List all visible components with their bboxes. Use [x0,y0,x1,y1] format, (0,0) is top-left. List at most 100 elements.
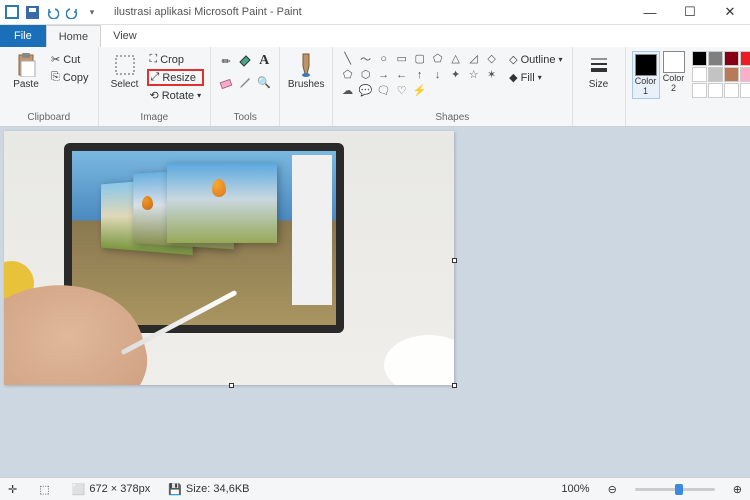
shape-rtriangle[interactable]: ◿ [465,51,482,66]
shape-heart[interactable]: ♡ [393,83,410,98]
palette-color-23[interactable] [740,83,750,98]
select-icon [113,53,137,77]
ribbon-tabs: File Home View [0,25,750,47]
status-selection: ⬚ [39,483,53,496]
close-button[interactable]: ✕ [710,0,750,25]
qat-customize-icon[interactable]: ▾ [84,4,100,20]
crop-icon: ⛶ [150,53,158,66]
tools-group: ✏ A 🔍 Tools [211,47,280,126]
shape-callout3[interactable]: 🗨 [375,83,392,98]
text-tool[interactable]: A [255,51,273,71]
rotate-icon: ⟲ [150,89,159,102]
palette-color-13[interactable] [740,67,750,82]
dimensions-icon: ⬜ [72,483,86,496]
palette-color-21[interactable] [708,83,723,98]
shape-curve[interactable]: ～ [357,51,374,66]
palette-color-22[interactable] [724,83,739,98]
undo-icon[interactable] [44,4,60,20]
file-tab[interactable]: File [0,25,46,47]
outline-icon: ◇ [509,53,517,66]
home-tab[interactable]: Home [46,25,101,47]
zoom-in-button[interactable]: ⊕ [733,483,742,496]
image-label: Image [140,111,168,124]
color1-button[interactable]: Color 1 [632,51,660,99]
shape-oval[interactable]: ○ [375,51,392,66]
cut-button[interactable]: ✂Cut [48,51,92,68]
select-button[interactable]: Select [105,51,145,92]
maximize-button[interactable]: ☐ [670,0,710,25]
shape-triangle[interactable]: △ [447,51,464,66]
zoom-slider[interactable] [635,488,715,491]
shapes-label: Shapes [435,111,469,124]
shape-hexagon[interactable]: ⬡ [357,67,374,82]
eraser-tool[interactable] [217,72,235,92]
paste-icon [14,53,38,77]
minimize-button[interactable]: — [630,0,670,25]
pencil-tool[interactable]: ✏ [217,51,235,71]
shape-roundrect[interactable]: ▢ [411,51,428,66]
view-tab[interactable]: View [101,25,149,47]
color-palette [692,51,750,98]
copy-icon: ⎘ [51,71,60,84]
shape-rect[interactable]: ▭ [393,51,410,66]
app-icon[interactable] [4,4,20,20]
quick-access-toolbar: ▾ [0,4,104,20]
save-icon[interactable] [24,4,40,20]
shape-arrow-r[interactable]: → [375,67,392,82]
shape-arrow-d[interactable]: ↓ [429,67,446,82]
paste-label: Paste [13,79,39,90]
resize-icon: ⤢ [151,71,160,84]
tools-label: Tools [233,111,256,124]
crop-button[interactable]: ⛶Crop [147,51,205,68]
shape-line[interactable]: ╲ [339,51,356,66]
cursor-icon: ✛ [8,483,17,496]
shape-callout2[interactable]: 💬 [357,83,374,98]
shape-diamond[interactable]: ◇ [483,51,500,66]
shapes-group: ╲～○▭▢⬠△◿◇ ⬠⬡→←↑↓✦☆✶ ☁💬🗨♡⚡ ◇Outline▾ ◆Fil… [333,47,572,126]
copy-button[interactable]: ⎘Copy [48,69,92,86]
palette-color-20[interactable] [692,83,707,98]
palette-color-12[interactable] [724,67,739,82]
magnifier-tool[interactable]: 🔍 [255,72,273,92]
shape-pentagon[interactable]: ⬠ [339,67,356,82]
canvas-area[interactable] [0,127,750,477]
title-bar: ▾ ilustrasi aplikasi Microsoft Paint - P… [0,0,750,25]
redo-icon[interactable] [64,4,80,20]
resize-button[interactable]: ⤢Resize [147,69,205,86]
color2-button[interactable]: Color 2 [663,51,685,99]
shape-arrow-l[interactable]: ← [393,67,410,82]
brushes-button[interactable]: Brushes [286,51,326,92]
paste-button[interactable]: Paste [6,51,46,92]
palette-color-10[interactable] [692,67,707,82]
shape-fill-button[interactable]: ◆Fill▾ [506,69,565,86]
palette-color-2[interactable] [724,51,739,66]
fill-icon: ◆ [509,71,517,84]
shape-star5[interactable]: ☆ [465,67,482,82]
palette-color-1[interactable] [708,51,723,66]
palette-color-0[interactable] [692,51,707,66]
canvas[interactable] [4,131,454,385]
palette-color-11[interactable] [708,67,723,82]
zoom-out-button[interactable]: ⊖ [608,483,617,496]
size-group: Size [573,47,626,126]
shapes-gallery[interactable]: ╲～○▭▢⬠△◿◇ ⬠⬡→←↑↓✦☆✶ ☁💬🗨♡⚡ [339,51,500,98]
window-title: ilustrasi aplikasi Microsoft Paint - Pai… [114,6,302,18]
selection-icon: ⬚ [39,483,49,496]
shape-outline-button[interactable]: ◇Outline▾ [506,51,565,68]
image-group: Select ⛶Crop ⤢Resize ⟲Rotate▾ Image [99,47,212,126]
shape-star4[interactable]: ✦ [447,67,464,82]
colors-group: Color 1 Color 2 Edit colors Edit with Pa… [626,47,750,126]
palette-color-3[interactable] [740,51,750,66]
size-button[interactable]: Size [579,51,619,92]
shape-arrow-u[interactable]: ↑ [411,67,428,82]
rotate-button[interactable]: ⟲Rotate▾ [147,87,205,104]
picker-tool[interactable] [236,72,254,92]
fill-tool[interactable] [236,51,254,71]
shape-callout1[interactable]: ☁ [339,83,356,98]
clipboard-label: Clipboard [27,111,70,124]
shape-lightning[interactable]: ⚡ [411,83,428,98]
shape-star6[interactable]: ✶ [483,67,500,82]
brushes-label: Brushes [288,79,325,90]
status-zoom: 100% [561,483,589,495]
shape-polygon[interactable]: ⬠ [429,51,446,66]
